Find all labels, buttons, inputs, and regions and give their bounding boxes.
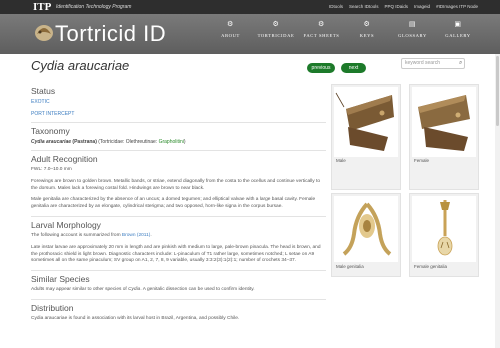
status-heading: Status [31,86,56,96]
male-genitalia-image[interactable] [334,196,398,262]
adult-paragraph-2: Male genitalia are characterized by the … [31,197,316,210]
female-moth-image[interactable] [412,87,476,157]
similar-species-text: Adults may appear similar to other speci… [31,287,326,294]
image-card-female-genitalia[interactable]: Female genitalia [409,193,479,277]
taxonomy-author: (Pastrana) [71,139,97,145]
next-button[interactable]: next [341,63,366,73]
itp-link-search[interactable]: Search IDtools [349,4,379,9]
nav-gallery[interactable]: ▣ GALLERY [436,19,480,38]
taxonomy-species: Cydia araucariae [31,139,72,145]
male-genitalia-caption: Male genitalia [336,264,364,269]
itp-link-node[interactable]: #IDImages ITP Node [436,4,478,9]
nav-tortricidae-label: TORTRICIDAE [257,33,295,38]
nav-about[interactable]: ⚙ ABOUT [209,19,253,38]
divider [31,298,326,300]
divider [31,215,326,217]
taxonomy-heading: Taxonomy [31,126,70,136]
book-icon: ▤ [408,20,417,28]
larval-intro-text: The following account is summarized from [31,232,122,238]
main-content: Status EXOTIC PORT INTERCEPT Taxonomy Cy… [31,86,326,328]
page-title: Cydia araucariae [31,58,130,73]
similar-text-genus: Cydia [128,287,141,293]
image-card-female[interactable]: Female [409,84,479,190]
itp-logo[interactable]: ITP [33,1,51,13]
larval-intro: The following account is summarized from… [31,233,326,240]
image-card-male-genitalia[interactable]: Male genitalia [331,193,401,277]
gear-icon: ⚙ [227,20,234,28]
female-genitalia-image[interactable] [412,196,476,262]
nav-tortricidae[interactable]: ⚙ TORTRICIDAE [254,19,298,38]
larval-paragraph-1: Late instar larvae are approximately 20 … [31,244,321,264]
nav-gallery-label: GALLERY [445,33,471,38]
brown-2011-link[interactable]: Brown (2011) [122,233,150,238]
search-icon[interactable]: ⌕ [459,60,462,67]
itp-subtitle: Identification Technology Program [56,4,132,10]
divider [31,150,326,151]
nav-fact-sheets-label: FACT SHEETS [303,33,340,38]
divider [31,270,326,272]
male-moth-image[interactable] [334,87,398,157]
distribution-text: Cydia araucariae is found in association… [31,315,240,321]
itp-link-imageid[interactable]: Imageid [414,4,430,9]
adult-recognition-heading: Adult Recognition [31,154,98,164]
nav-glossary[interactable]: ▤ GLOSSARY [391,19,435,38]
gear-icon: ⚙ [318,20,325,28]
status-port-intercept-link[interactable]: PORT INTERCEPT [31,111,326,118]
fwl-text: FWL: 7.0–10.0 mm [31,167,72,172]
nav-about-label: ABOUT [221,33,240,38]
similar-text-pre: Adults may appear similar to other speci… [31,287,129,293]
site-header: Tortricid ID ⚙ ABOUT ⚙ TORTRICIDAE ⚙ FAC… [0,14,500,54]
image-icon: ▣ [454,20,462,28]
nav-fact-sheets[interactable]: ⚙ FACT SHEETS [300,19,344,38]
taxonomy-line: Cydia araucariae (Pastrana) (Tortricidae… [31,139,326,146]
adult-paragraph-1: Forewings are brown to golden brown. Met… [31,178,321,191]
female-genitalia-caption: Female genitalia [414,264,448,269]
divider [31,122,326,123]
distribution-heading: Distribution [31,302,74,313]
itp-link-ppq[interactable]: PPQ IDaids [385,4,409,9]
taxonomy-close: ) [183,139,186,145]
moth-logo-icon[interactable] [33,20,55,44]
similar-text-post: . A genitalic dissection can be used to … [140,287,255,293]
status-exotic-link[interactable]: EXOTIC [31,99,326,106]
itp-link-idtools[interactable]: IDtools [329,4,343,9]
previous-button[interactable]: previous [307,63,335,73]
larval-intro-end: . [150,232,152,238]
main-nav: ⚙ ABOUT ⚙ TORTRICIDAE ⚙ FACT SHEETS ⚙ KE… [207,19,480,38]
itp-links: IDtools Search IDtools PPQ IDaids Imagei… [329,4,478,9]
female-caption: Female [414,158,430,163]
nav-keys[interactable]: ⚙ KEYS [345,19,389,38]
gear-icon: ⚙ [272,20,280,28]
taxonomy-classification: (Tortricidae: Olethreutinae: [96,139,159,145]
gear-icon: ⚙ [363,20,371,28]
male-caption: Male [336,158,346,163]
nav-keys-label: KEYS [359,33,375,38]
image-card-male[interactable]: Male [331,84,401,190]
scrollbar-thumb[interactable] [496,56,499,126]
larval-morphology-heading: Larval Morphology [31,219,101,230]
site-title[interactable]: Tortricid ID [55,21,166,47]
tribe-link[interactable]: Grapholitini [159,139,184,145]
similar-species-heading: Similar Species [31,274,90,285]
nav-glossary-label: GLOSSARY [398,33,427,38]
keyword-search-input[interactable]: keyword search [401,58,465,69]
itp-top-bar: ITP Identification Technology Program ID… [0,0,500,14]
